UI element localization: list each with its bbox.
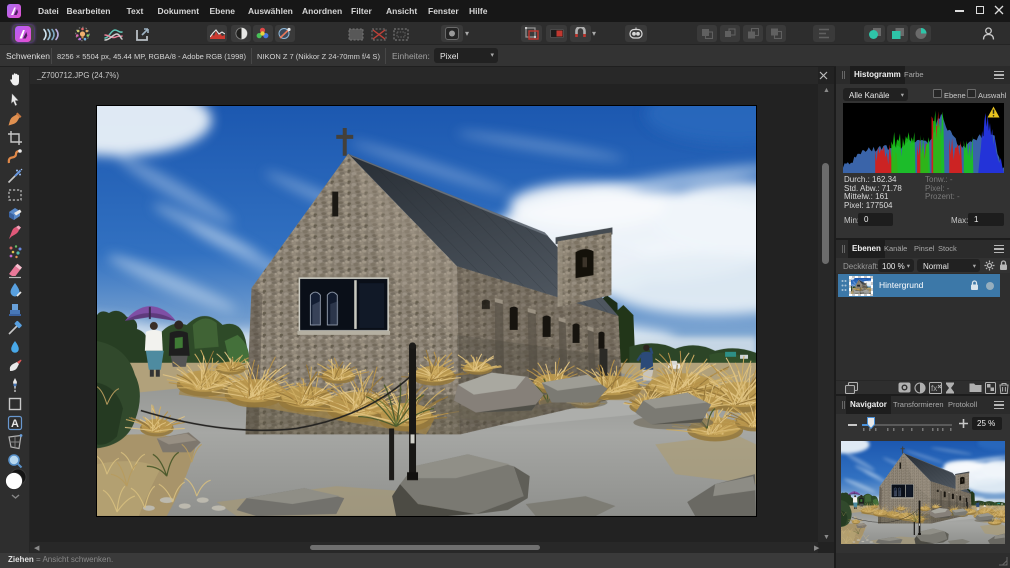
svg-text:A: A	[11, 418, 19, 430]
svg-text:fx: fx	[931, 384, 937, 393]
